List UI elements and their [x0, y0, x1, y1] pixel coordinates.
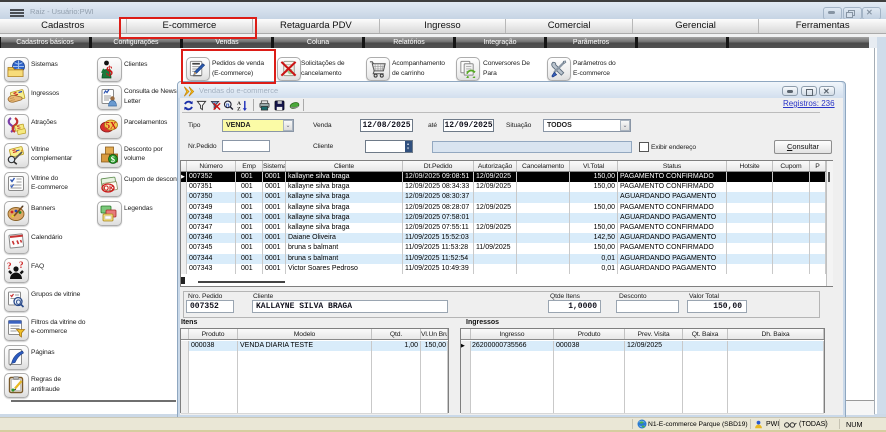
svg-text:5X: 5X — [106, 121, 118, 131]
svg-text:n: n — [226, 103, 230, 109]
svg-text:?: ? — [7, 261, 12, 271]
svg-text:Z: Z — [237, 107, 241, 111]
svg-text:$: $ — [111, 154, 116, 164]
svg-text:$: $ — [106, 64, 113, 79]
svg-text:OK: OK — [104, 185, 115, 192]
svg-text:?: ? — [19, 260, 24, 270]
